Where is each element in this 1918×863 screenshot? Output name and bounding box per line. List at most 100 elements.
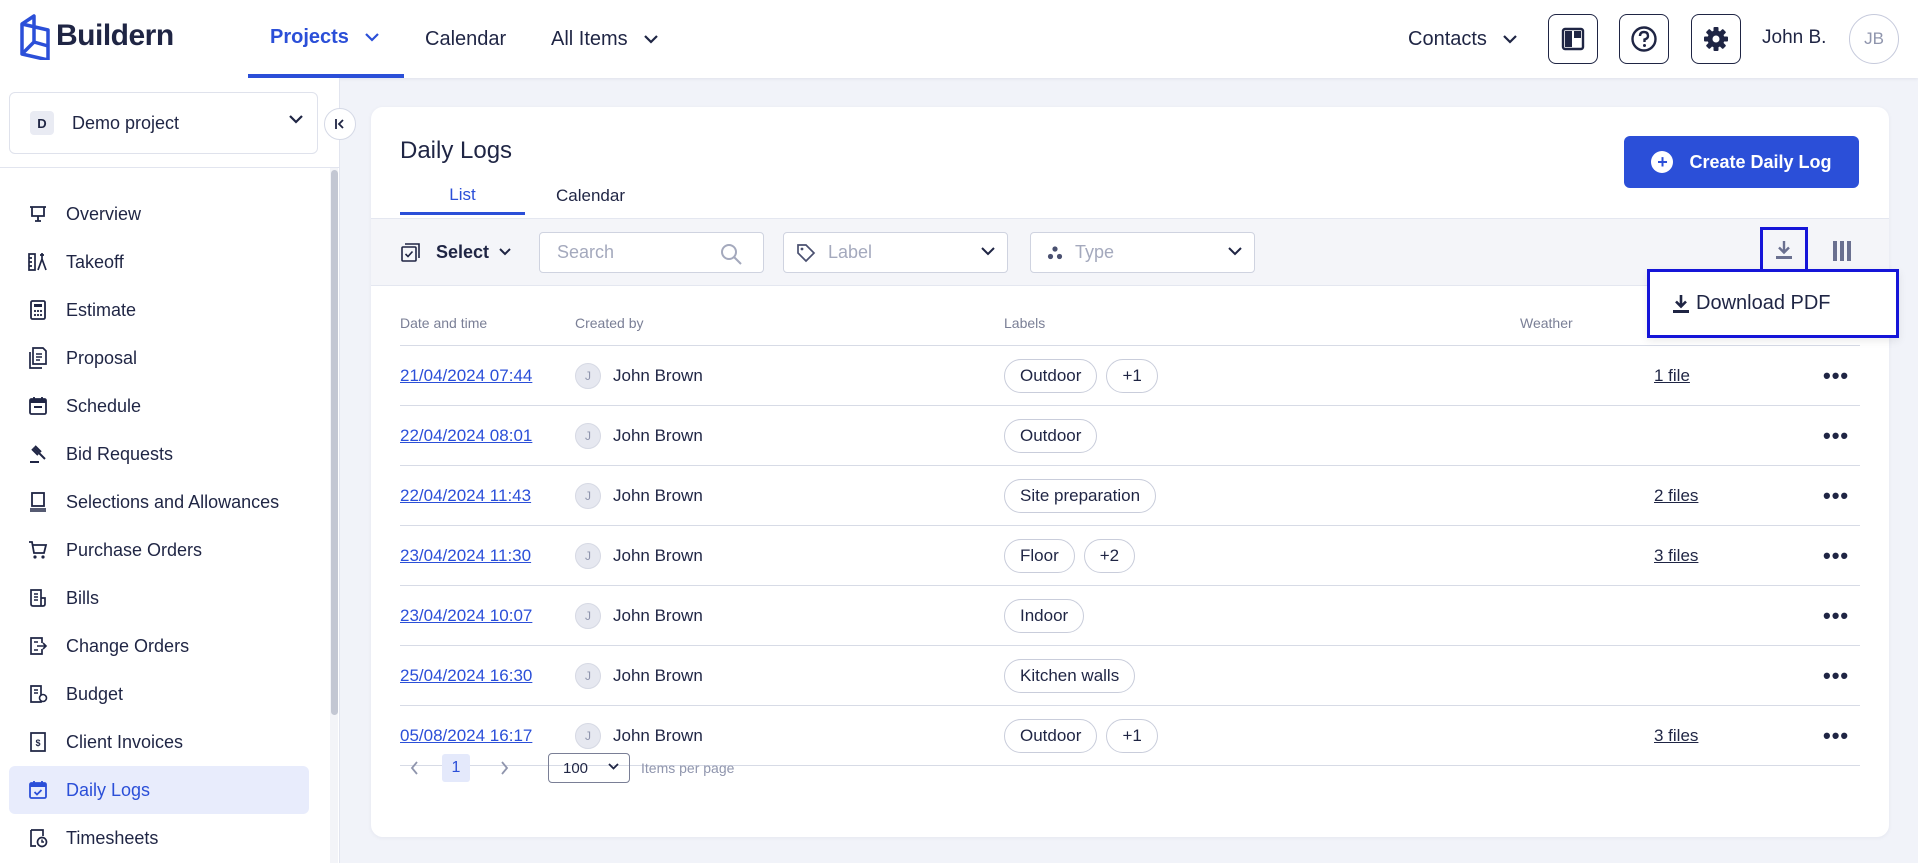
label-filter-select[interactable]: Label <box>783 232 1008 273</box>
label-chip: Outdoor <box>1004 719 1098 753</box>
search-placeholder: Search <box>557 242 615 262</box>
row-actions-icon[interactable]: ••• <box>1823 543 1849 569</box>
sidebar-item-bid-requests[interactable]: Bid Requests <box>9 430 309 478</box>
create-daily-log-button[interactable]: + Create Daily Log <box>1624 136 1859 188</box>
user-avatar[interactable]: JB <box>1849 14 1899 64</box>
chevron-down-icon <box>289 115 303 124</box>
sidebar-item-client-invoices[interactable]: $ Client Invoices <box>9 718 309 766</box>
column-date-time[interactable]: Date and time <box>400 315 487 331</box>
sidebar-item-bills[interactable]: Bills <box>9 574 309 622</box>
row-actions-icon[interactable]: ••• <box>1823 663 1849 689</box>
type-filter-select[interactable]: Type <box>1030 232 1255 273</box>
svg-text:$: $ <box>35 738 40 748</box>
columns-icon <box>1833 241 1851 261</box>
row-actions-icon[interactable]: ••• <box>1823 363 1849 389</box>
sidebar-scrollbar[interactable] <box>331 170 338 715</box>
sidebar-item-proposal[interactable]: Proposal <box>9 334 309 382</box>
type-placeholder: Type <box>1075 242 1115 262</box>
top-bar: Buildern Projects Calendar All Items Con… <box>0 0 1918 78</box>
buildern-logo-icon <box>20 14 50 60</box>
sidebar-item-overview[interactable]: Overview <box>9 190 309 238</box>
table-row[interactable]: 23/04/2024 11:30 J John Brown Floor +2 3 f… <box>400 526 1860 586</box>
row-actions-icon[interactable]: ••• <box>1823 423 1849 449</box>
sidebar-item-estimate[interactable]: Estimate <box>9 286 309 334</box>
dashboard-button[interactable] <box>1548 14 1598 64</box>
nav-contacts-label: Contacts <box>1408 27 1487 50</box>
sidebar-item-selections[interactable]: Selections and Allowances <box>9 478 309 526</box>
table-row[interactable]: 23/04/2024 10:07 J John Brown Indoor ••• <box>400 586 1860 646</box>
nav-calendar[interactable]: Calendar <box>425 0 506 78</box>
row-actions-icon[interactable]: ••• <box>1823 483 1849 509</box>
creator-avatar: J <box>575 663 601 689</box>
tab-calendar[interactable]: Calendar <box>525 177 656 215</box>
next-page-button[interactable] <box>490 761 518 775</box>
sidebar-item-label: Client Invoices <box>66 731 184 752</box>
sidebar-item-label: Timesheets <box>66 827 159 848</box>
row-actions-icon[interactable]: ••• <box>1823 603 1849 629</box>
sidebar-item-change-orders[interactable]: Change Orders <box>9 622 309 670</box>
calendar-check-icon <box>27 779 49 801</box>
sidebar-item-budget[interactable]: Budget <box>9 670 309 718</box>
more-labels-chip[interactable]: +1 <box>1106 359 1158 393</box>
chevron-down-icon <box>499 248 511 256</box>
columns-settings-button[interactable] <box>1832 239 1852 268</box>
table-row[interactable]: 22/04/2024 08:01 J John Brown Outdoor ••• <box>400 406 1860 466</box>
files-link[interactable]: 2 files <box>1654 486 1698 506</box>
log-date-link[interactable]: 21/04/2024 07:44 <box>400 366 532 386</box>
items-per-page-select[interactable]: 100 <box>548 753 630 783</box>
calculator-icon <box>27 299 49 321</box>
files-link[interactable]: 1 file <box>1654 366 1690 386</box>
column-created-by[interactable]: Created by <box>575 315 643 331</box>
measure-icon <box>27 251 49 273</box>
search-input[interactable]: Search <box>539 232 764 273</box>
sidebar-item-label: Bills <box>66 587 100 608</box>
nav-all-items[interactable]: All Items <box>551 0 658 78</box>
collapse-sidebar-button[interactable] <box>324 108 356 140</box>
user-name[interactable]: John B. <box>1762 27 1826 49</box>
sidebar-item-schedule[interactable]: Schedule <box>9 382 309 430</box>
table-header: Date and time Created by Labels Weather <box>400 307 1860 346</box>
sidebar-item-takeoff[interactable]: Takeoff <box>9 238 309 286</box>
select-button[interactable]: Select <box>400 241 511 263</box>
creator-avatar: J <box>575 603 601 629</box>
log-date-link[interactable]: 22/04/2024 11:43 <box>400 486 531 506</box>
nav-projects[interactable]: Projects <box>248 0 404 78</box>
column-labels[interactable]: Labels <box>1004 315 1045 331</box>
table-row[interactable]: 21/04/2024 07:44 J John Brown Outdoor +1 1… <box>400 346 1860 406</box>
more-labels-chip[interactable]: +1 <box>1106 719 1158 753</box>
log-date-link[interactable]: 23/04/2024 10:07 <box>400 606 532 626</box>
nav-contacts[interactable]: Contacts <box>1408 0 1517 78</box>
prev-page-button[interactable] <box>400 761 428 775</box>
shapes-icon <box>1047 245 1063 261</box>
files-link[interactable]: 3 files <box>1654 546 1698 566</box>
logo[interactable]: Buildern <box>18 12 174 60</box>
log-date-link[interactable]: 25/04/2024 16:30 <box>400 666 532 686</box>
tab-list[interactable]: List <box>400 177 525 215</box>
help-button[interactable] <box>1619 14 1669 64</box>
page-number[interactable]: 1 <box>442 754 470 782</box>
chevron-down-icon <box>981 247 995 256</box>
download-pdf-menu-item[interactable]: Download PDF <box>1647 269 1899 338</box>
download-button[interactable] <box>1760 227 1808 273</box>
table-row[interactable]: 25/04/2024 16:30 J John Brown Kitchen wal… <box>400 646 1860 706</box>
log-date-link[interactable]: 05/08/2024 16:17 <box>400 726 532 746</box>
sidebar-item-purchase-orders[interactable]: Purchase Orders <box>9 526 309 574</box>
budget-icon <box>27 683 49 705</box>
column-weather[interactable]: Weather <box>1520 315 1573 331</box>
project-selector[interactable]: D Demo project <box>9 92 318 154</box>
label-chip: Kitchen walls <box>1004 659 1136 693</box>
log-date-link[interactable]: 23/04/2024 11:30 <box>400 546 531 566</box>
sidebar-item-daily-logs[interactable]: Daily Logs <box>9 766 309 814</box>
label-chip: Indoor <box>1004 599 1085 633</box>
app-name: Buildern <box>56 19 174 52</box>
more-labels-chip[interactable]: +2 <box>1083 539 1136 573</box>
row-actions-icon[interactable]: ••• <box>1823 723 1849 749</box>
files-link[interactable]: 3 files <box>1654 726 1698 746</box>
sidebar-item-timesheets[interactable]: Timesheets <box>9 814 309 862</box>
creator-name: John Brown <box>613 486 703 505</box>
sidebar-item-label: Estimate <box>66 299 137 320</box>
log-date-link[interactable]: 22/04/2024 08:01 <box>400 426 532 446</box>
settings-button[interactable] <box>1691 14 1741 64</box>
table-row[interactable]: 22/04/2024 11:43 J John Brown Site prepar… <box>400 466 1860 526</box>
sidebar-item-label: Daily Logs <box>66 779 151 800</box>
